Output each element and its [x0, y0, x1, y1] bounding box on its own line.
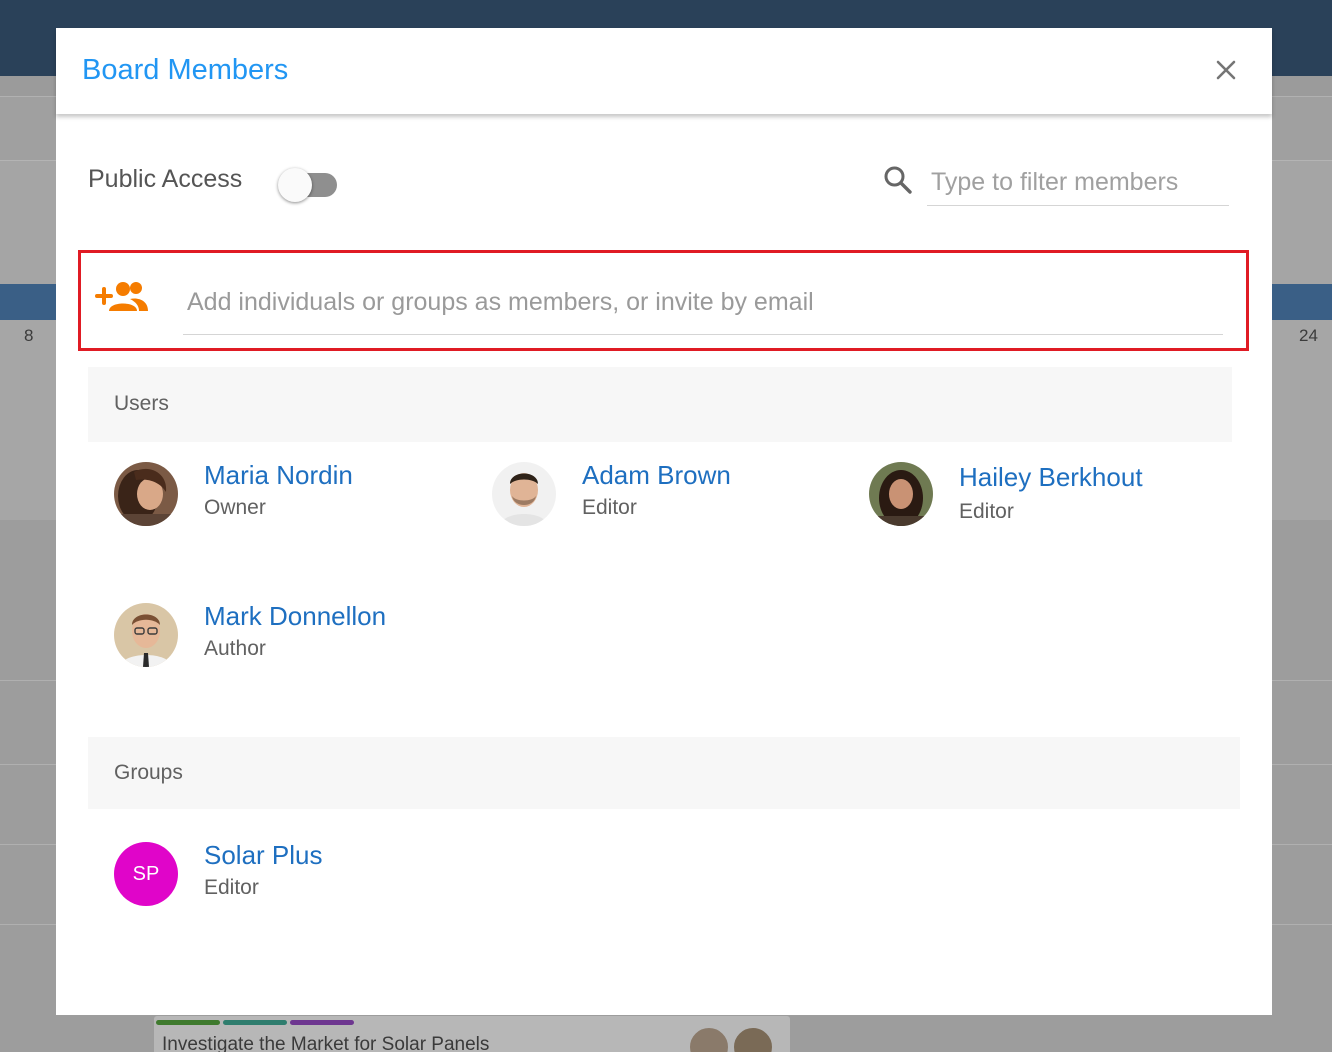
task-tag-purple — [290, 1020, 354, 1025]
search-icon — [884, 166, 912, 194]
task-tag-green — [156, 1020, 220, 1025]
task-tag-teal — [223, 1020, 287, 1025]
group-avatar: SP — [114, 842, 178, 906]
member-hailey-berkhout[interactable]: Hailey Berkhout Editor — [869, 462, 1209, 532]
board-members-dialog: Board Members Public Access Users — [56, 28, 1272, 1015]
member-name: Mark Donnellon — [204, 601, 387, 631]
group-solar-plus[interactable]: SP Solar Plus Editor — [114, 840, 414, 912]
member-mark-donnellon[interactable]: Mark Donnellon Author — [114, 601, 454, 673]
groups-section-header: Groups — [88, 737, 1240, 809]
dialog-title: Board Members — [82, 54, 289, 86]
member-role: Author — [204, 637, 266, 660]
group-name: Solar Plus — [204, 840, 323, 870]
group-role: Editor — [204, 876, 259, 899]
member-role: Editor — [959, 500, 1014, 523]
member-name: Adam Brown — [582, 460, 731, 490]
timeline-number-left: 8 — [24, 326, 34, 345]
avatar — [114, 603, 178, 667]
timeline-number-right: 24 — [1299, 326, 1318, 345]
member-role: Owner — [204, 496, 266, 519]
add-members-input[interactable] — [183, 271, 1223, 335]
toggle-thumb — [278, 168, 312, 202]
close-button[interactable] — [1208, 52, 1244, 88]
add-group-icon — [95, 282, 148, 311]
avatar — [869, 462, 933, 526]
member-role: Editor — [582, 496, 637, 519]
dialog-header: Board Members — [56, 28, 1272, 114]
avatar — [114, 462, 178, 526]
users-section-header: Users — [88, 367, 1232, 442]
member-name: Hailey Berkhout — [959, 462, 1143, 492]
task-card-title: Investigate the Market for Solar Panels — [162, 1034, 490, 1052]
filter-members-input[interactable] — [927, 160, 1229, 206]
close-icon — [1216, 60, 1236, 80]
public-access-toggle[interactable] — [278, 168, 338, 202]
member-adam-brown[interactable]: Adam Brown Editor — [492, 460, 792, 532]
avatar — [492, 462, 556, 526]
add-members-field — [78, 250, 1249, 351]
member-name: Maria Nordin — [204, 460, 353, 490]
member-maria-nordin[interactable]: Maria Nordin Owner — [114, 460, 414, 532]
public-access-label: Public Access — [88, 165, 243, 193]
